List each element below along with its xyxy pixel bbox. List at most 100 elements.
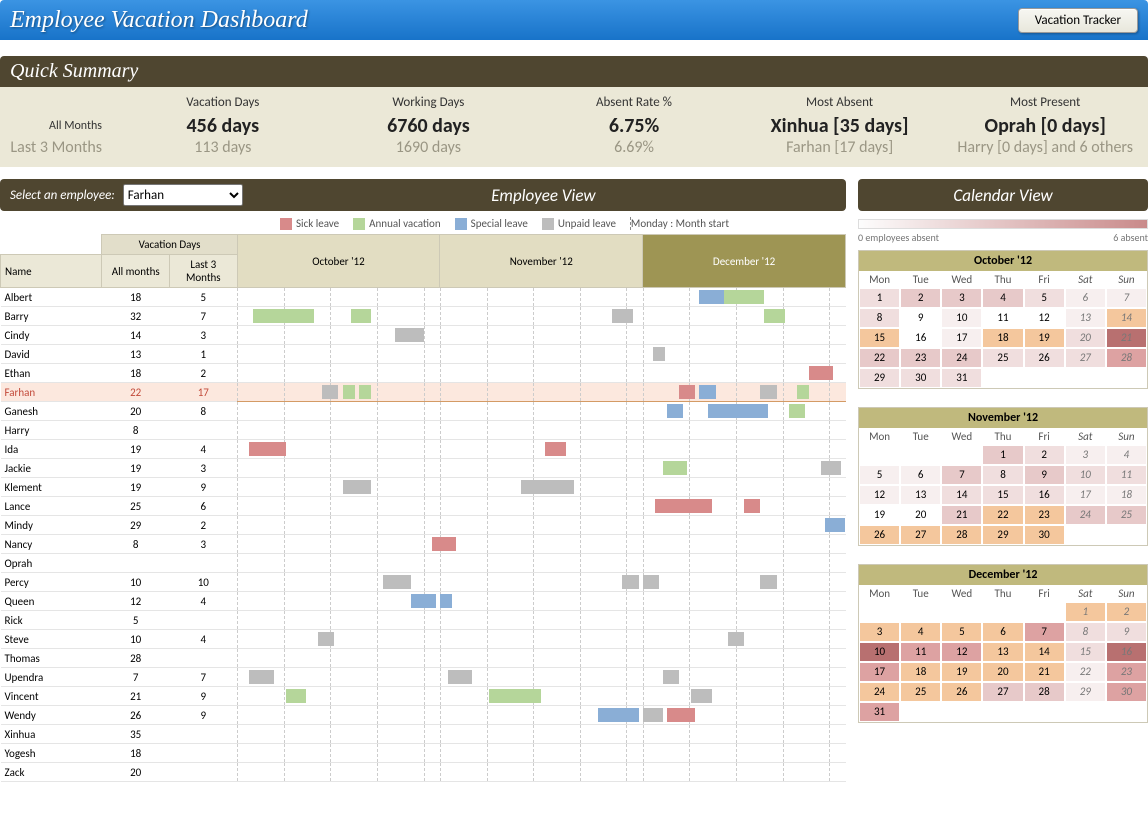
calendar-day[interactable]: 18 <box>982 328 1023 348</box>
employee-row[interactable]: Mindy292 <box>1 516 846 535</box>
calendar-day[interactable]: 16 <box>1024 485 1065 505</box>
calendar-day[interactable]: 19 <box>859 505 900 525</box>
calendar-day[interactable]: 20 <box>900 505 941 525</box>
calendar-day[interactable]: 17 <box>1065 485 1106 505</box>
calendar-day[interactable]: 25 <box>982 348 1023 368</box>
calendar-day[interactable]: 18 <box>900 662 941 682</box>
calendar-day[interactable]: 12 <box>859 485 900 505</box>
calendar-day[interactable]: 1 <box>859 288 900 308</box>
calendar-day[interactable]: 29 <box>1065 682 1106 702</box>
calendar-day[interactable]: 6 <box>982 622 1023 642</box>
calendar-day[interactable]: 21 <box>1106 328 1147 348</box>
calendar-day[interactable]: 12 <box>1024 308 1065 328</box>
employee-row[interactable]: Wendy269 <box>1 706 846 725</box>
calendar-day[interactable]: 7 <box>1024 622 1065 642</box>
calendar-day[interactable]: 14 <box>1024 642 1065 662</box>
calendar-day[interactable]: 5 <box>941 622 982 642</box>
calendar-day[interactable]: 5 <box>859 465 900 485</box>
employee-row[interactable]: Barry327 <box>1 307 846 326</box>
calendar-day[interactable]: 16 <box>1106 642 1147 662</box>
calendar-day[interactable]: 10 <box>941 308 982 328</box>
calendar-day[interactable]: 30 <box>1024 525 1065 545</box>
calendar-day[interactable]: 31 <box>859 702 900 722</box>
calendar-day[interactable]: 23 <box>1106 662 1147 682</box>
calendar-day[interactable]: 28 <box>941 525 982 545</box>
employee-row[interactable]: Yogesh18 <box>1 744 846 763</box>
calendar-day[interactable]: 23 <box>1024 505 1065 525</box>
calendar-day[interactable]: 14 <box>1106 308 1147 328</box>
calendar-day[interactable]: 10 <box>1065 465 1106 485</box>
employee-row[interactable]: Harry8 <box>1 421 846 440</box>
calendar-day[interactable]: 11 <box>982 308 1023 328</box>
calendar-day[interactable]: 21 <box>1024 662 1065 682</box>
vacation-tracker-button[interactable]: Vacation Tracker <box>1018 8 1138 33</box>
calendar-day[interactable]: 18 <box>1106 485 1147 505</box>
employee-row[interactable]: Thomas28 <box>1 649 846 668</box>
calendar-day[interactable]: 13 <box>982 642 1023 662</box>
calendar-day[interactable]: 22 <box>982 505 1023 525</box>
calendar-day[interactable]: 10 <box>859 642 900 662</box>
employee-row[interactable]: Xinhua35 <box>1 725 846 744</box>
calendar-day[interactable]: 19 <box>941 662 982 682</box>
employee-row[interactable]: Queen124 <box>1 592 846 611</box>
calendar-day[interactable]: 5 <box>1024 288 1065 308</box>
calendar-day[interactable]: 8 <box>1065 622 1106 642</box>
calendar-day[interactable]: 20 <box>982 662 1023 682</box>
employee-row[interactable]: Farhan2217 <box>1 383 846 402</box>
employee-row[interactable]: Lance256 <box>1 497 846 516</box>
employee-row[interactable]: Steve104 <box>1 630 846 649</box>
calendar-day[interactable]: 15 <box>982 485 1023 505</box>
calendar-day[interactable]: 24 <box>859 682 900 702</box>
calendar-day[interactable]: 31 <box>941 368 982 388</box>
calendar-day[interactable]: 27 <box>982 682 1023 702</box>
calendar-day[interactable]: 23 <box>900 348 941 368</box>
calendar-day[interactable]: 2 <box>1024 445 1065 465</box>
calendar-day[interactable]: 28 <box>1106 348 1147 368</box>
calendar-day[interactable]: 19 <box>1024 328 1065 348</box>
calendar-day[interactable]: 9 <box>1106 622 1147 642</box>
calendar-day[interactable]: 30 <box>900 368 941 388</box>
employee-row[interactable]: Jackie193 <box>1 459 846 478</box>
calendar-day[interactable]: 4 <box>900 622 941 642</box>
calendar-day[interactable]: 3 <box>941 288 982 308</box>
calendar-day[interactable]: 8 <box>859 308 900 328</box>
calendar-day[interactable]: 6 <box>900 465 941 485</box>
employee-row[interactable]: Ganesh208 <box>1 402 846 421</box>
calendar-day[interactable]: 7 <box>941 465 982 485</box>
calendar-day[interactable]: 4 <box>982 288 1023 308</box>
calendar-day[interactable]: 1 <box>982 445 1023 465</box>
calendar-day[interactable]: 1 <box>1065 602 1106 622</box>
calendar-day[interactable]: 20 <box>1065 328 1106 348</box>
employee-row[interactable]: Rick5 <box>1 611 846 630</box>
calendar-day[interactable]: 6 <box>1065 288 1106 308</box>
calendar-day[interactable]: 13 <box>900 485 941 505</box>
calendar-day[interactable]: 22 <box>1065 662 1106 682</box>
calendar-day[interactable]: 24 <box>1065 505 1106 525</box>
calendar-day[interactable]: 27 <box>900 525 941 545</box>
calendar-day[interactable]: 29 <box>859 368 900 388</box>
calendar-day[interactable]: 16 <box>900 328 941 348</box>
calendar-day[interactable]: 27 <box>1065 348 1106 368</box>
calendar-day[interactable]: 26 <box>1024 348 1065 368</box>
employee-row[interactable]: Cindy143 <box>1 326 846 345</box>
calendar-day[interactable]: 2 <box>900 288 941 308</box>
employee-row[interactable]: Klement199 <box>1 478 846 497</box>
employee-row[interactable]: Vincent219 <box>1 687 846 706</box>
employee-row[interactable]: David131 <box>1 345 846 364</box>
employee-row[interactable]: Percy1010 <box>1 573 846 592</box>
employee-row[interactable]: Ethan182 <box>1 364 846 383</box>
calendar-day[interactable]: 29 <box>982 525 1023 545</box>
employee-row[interactable]: Upendra77 <box>1 668 846 687</box>
calendar-day[interactable]: 3 <box>859 622 900 642</box>
employee-select[interactable]: AlbertBarryCindyDavidEthanFarhanGaneshHa… <box>123 184 243 206</box>
employee-row[interactable]: Ida194 <box>1 440 846 459</box>
calendar-day[interactable]: 24 <box>941 348 982 368</box>
calendar-day[interactable]: 25 <box>900 682 941 702</box>
calendar-day[interactable]: 13 <box>1065 308 1106 328</box>
calendar-day[interactable]: 12 <box>941 642 982 662</box>
calendar-day[interactable]: 8 <box>982 465 1023 485</box>
employee-row[interactable]: Oprah <box>1 554 846 573</box>
employee-row[interactable]: Nancy83 <box>1 535 846 554</box>
employee-row[interactable]: Zack20 <box>1 763 846 782</box>
calendar-day[interactable]: 3 <box>1065 445 1106 465</box>
